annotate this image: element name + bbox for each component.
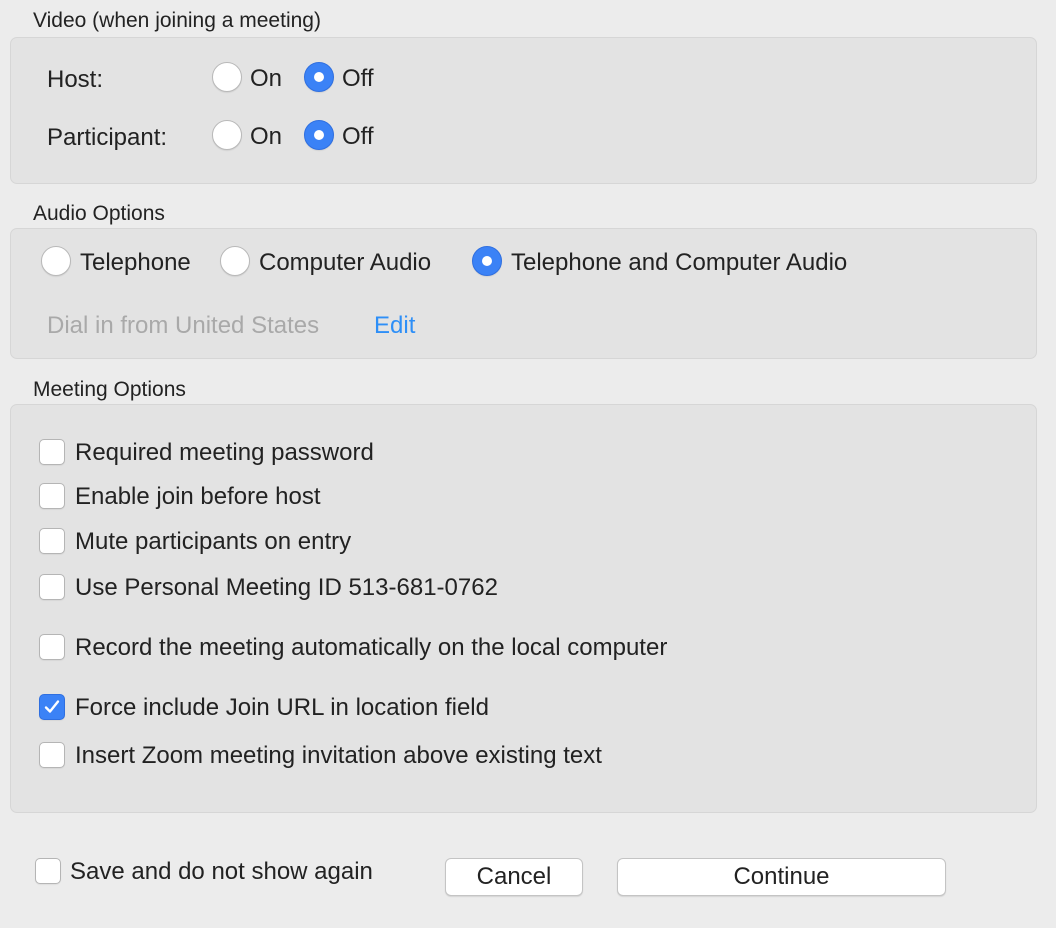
dial-in-label: Dial in from United States (47, 312, 320, 339)
audio-section-title: Audio Options (33, 202, 165, 225)
host-video-on-label[interactable]: On (250, 65, 282, 93)
required-password-checkbox[interactable] (39, 439, 65, 465)
video-options-box: Host: On Off Participant: On Off (10, 37, 1037, 184)
continue-button[interactable]: Continue (617, 858, 946, 896)
join-before-host-label[interactable]: Enable join before host (75, 483, 321, 511)
audio-options-box: Telephone Computer Audio Telephone and C… (10, 228, 1037, 359)
audio-computer-radio[interactable] (220, 246, 250, 276)
force-join-url-checkbox[interactable] (39, 694, 65, 720)
video-section-title: Video (when joining a meeting) (33, 9, 321, 32)
mute-on-entry-checkbox[interactable] (39, 528, 65, 554)
audio-telephone-label[interactable]: Telephone (80, 249, 191, 277)
participant-video-on-radio[interactable] (212, 120, 242, 150)
audio-telephone-and-computer-label[interactable]: Telephone and Computer Audio (511, 249, 847, 277)
host-label: Host: (47, 66, 104, 93)
personal-meeting-id-checkbox[interactable] (39, 574, 65, 600)
personal-meeting-id-label[interactable]: Use Personal Meeting ID 513-681-0762 (75, 574, 498, 602)
insert-invitation-label[interactable]: Insert Zoom meeting invitation above exi… (75, 742, 602, 770)
required-password-label[interactable]: Required meeting password (75, 439, 374, 467)
host-video-off-radio[interactable] (304, 62, 334, 92)
participant-video-off-radio[interactable] (304, 120, 334, 150)
audio-telephone-and-computer-radio[interactable] (472, 246, 502, 276)
audio-computer-label[interactable]: Computer Audio (259, 249, 431, 277)
save-and-do-not-show-label[interactable]: Save and do not show again (70, 858, 373, 886)
audio-telephone-radio[interactable] (41, 246, 71, 276)
meeting-options-box: Required meeting password Enable join be… (10, 404, 1037, 813)
participant-video-off-label[interactable]: Off (342, 123, 374, 151)
join-before-host-checkbox[interactable] (39, 483, 65, 509)
host-video-off-label[interactable]: Off (342, 65, 374, 93)
save-and-do-not-show-checkbox[interactable] (35, 858, 61, 884)
force-join-url-label[interactable]: Force include Join URL in location field (75, 694, 489, 722)
meeting-section-title: Meeting Options (33, 378, 186, 401)
participant-label: Participant: (47, 124, 168, 151)
mute-on-entry-label[interactable]: Mute participants on entry (75, 528, 351, 556)
dial-in-edit-link[interactable]: Edit (374, 312, 415, 340)
insert-invitation-checkbox[interactable] (39, 742, 65, 768)
checkmark-icon (44, 700, 60, 713)
record-automatically-checkbox[interactable] (39, 634, 65, 660)
host-video-on-radio[interactable] (212, 62, 242, 92)
cancel-button[interactable]: Cancel (445, 858, 583, 896)
participant-video-on-label[interactable]: On (250, 123, 282, 151)
record-automatically-label[interactable]: Record the meeting automatically on the … (75, 634, 667, 662)
